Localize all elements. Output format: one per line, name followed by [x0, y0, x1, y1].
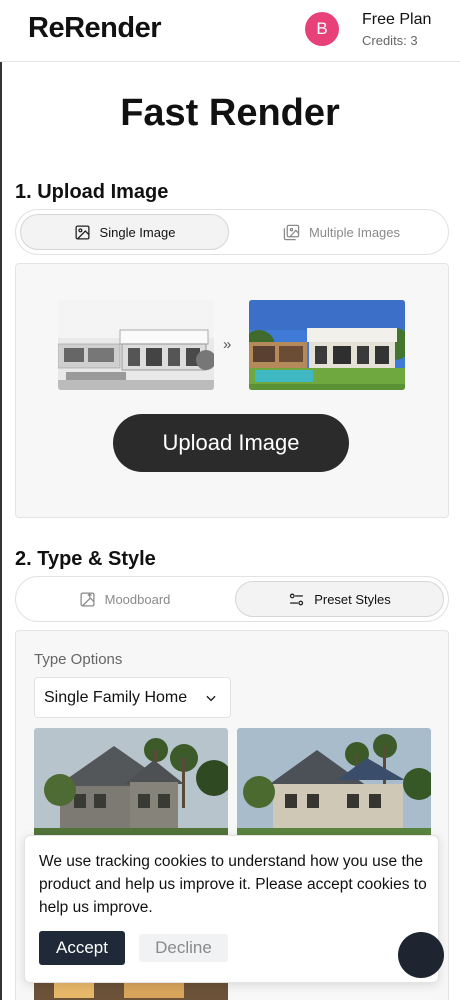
style-card-image[interactable] [34, 728, 228, 848]
tab-preset-styles-label: Preset Styles [314, 591, 391, 607]
accept-cookies-button[interactable]: Accept [39, 931, 125, 965]
after-render-image [249, 300, 405, 390]
tab-preset-styles[interactable]: Preset Styles [235, 581, 444, 617]
decline-cookies-button[interactable]: Decline [139, 934, 228, 962]
type-select-value: Single Family Home [44, 688, 188, 706]
tab-moodboard[interactable]: Moodboard [20, 581, 229, 617]
avatar[interactable]: B [305, 12, 339, 46]
type-select[interactable]: Single Family Home [34, 677, 231, 718]
page-edge-divider [0, 62, 2, 1000]
sliders-icon [290, 593, 304, 605]
credits-count: Credits: 3 [362, 33, 418, 48]
app-logo[interactable]: ReRender [28, 12, 162, 45]
cookie-banner: We use tracking cookies to understand ho… [24, 835, 439, 983]
chevron-down-icon [206, 695, 216, 702]
type-options-label: Type Options [34, 651, 123, 668]
tab-moodboard-label: Moodboard [104, 591, 171, 607]
images-icon [283, 224, 300, 240]
upload-mode-toggle: Single Image Multiple Images [15, 209, 449, 255]
cookie-message: We use tracking cookies to understand ho… [39, 853, 427, 916]
plan-name: Free Plan [362, 11, 432, 28]
page-title: Fast Render [120, 92, 340, 134]
tab-single-image[interactable]: Single Image [20, 214, 229, 250]
tab-multiple-images-label: Multiple Images [308, 224, 401, 240]
tab-multiple-images[interactable]: Multiple Images [237, 214, 446, 250]
chat-launcher-button[interactable] [398, 932, 444, 978]
style-card-image[interactable] [237, 728, 431, 848]
top-header: ReRender B Free Plan Credits: 3 [0, 0, 460, 62]
style-section-heading: 2. Type & Style [15, 548, 156, 570]
tab-single-image-label: Single Image [99, 224, 176, 240]
before-sketch-image [58, 300, 214, 390]
transform-arrows: » [223, 336, 232, 353]
upload-image-button[interactable]: Upload Image [113, 414, 349, 472]
upload-section-heading: 1. Upload Image [15, 181, 169, 203]
image-upload-icon [80, 591, 95, 607]
style-mode-toggle: Moodboard Preset Styles [15, 576, 449, 622]
image-icon [75, 224, 90, 240]
